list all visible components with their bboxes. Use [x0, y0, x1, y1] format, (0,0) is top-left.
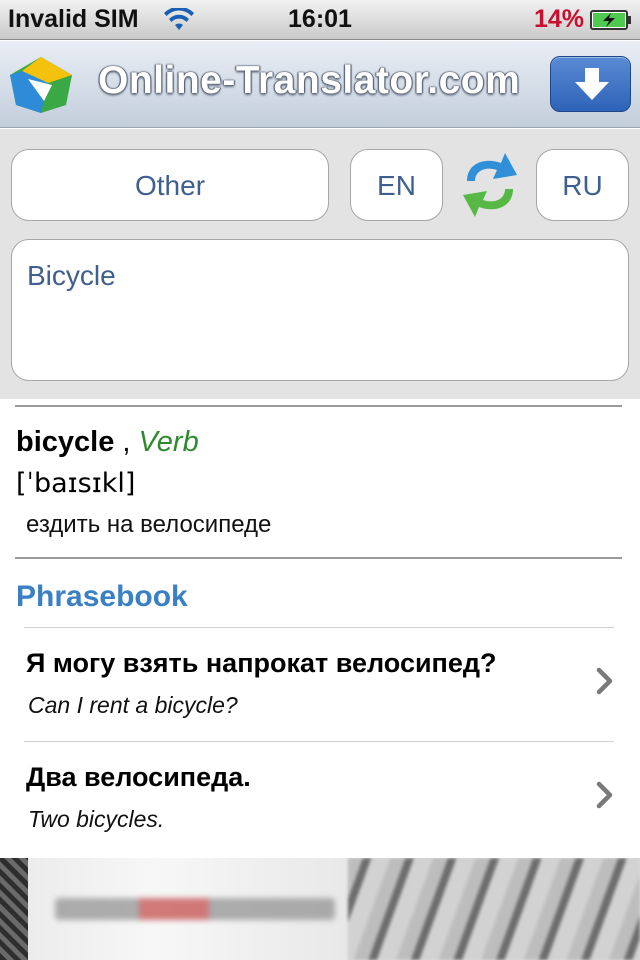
download-arrow-icon [575, 68, 609, 100]
battery-percent: 14% [533, 5, 584, 33]
ad-image-left [0, 858, 28, 960]
headword: bicycle [16, 426, 115, 458]
chevron-right-icon [596, 667, 613, 695]
translator-logo-icon [10, 57, 72, 113]
target-language-button[interactable]: RU [536, 149, 629, 221]
topic-selector[interactable]: Other [11, 149, 329, 221]
phrasebook-item[interactable]: Два велосипеда. Two bicycles. [0, 742, 640, 854]
app-title: Online-Translator.com [98, 59, 521, 102]
divider [15, 557, 622, 559]
chevron-right-icon [596, 781, 613, 809]
translate-controls: Other EN RU Bicycle [0, 129, 640, 399]
transcription: [ˈbaɪsɪkl] [16, 468, 136, 499]
swap-arrows-icon[interactable] [455, 147, 525, 223]
source-language-button[interactable]: EN [350, 149, 443, 221]
ad-blurred-text [55, 898, 335, 920]
phrase-russian: Два велосипеда. [26, 762, 251, 792]
battery-charging-icon [590, 10, 631, 30]
source-text-input[interactable]: Bicycle [11, 239, 629, 381]
result-headword-line: bicycle , Verb [16, 426, 199, 459]
divider [15, 405, 622, 407]
app-header: Online-Translator.com [0, 41, 640, 128]
phrase-english: Can I rent a bicycle? [28, 692, 238, 718]
ad-image-right [348, 858, 640, 960]
translation-text: ездить на велосипеде [26, 511, 272, 538]
phrase-russian: Я могу взять напрокат велосипед? [26, 648, 497, 678]
status-bar: Invalid SIM 16:01 14% [0, 0, 640, 40]
phrasebook-heading: Phrasebook [16, 580, 188, 613]
ad-banner[interactable] [0, 858, 640, 960]
phrase-english: Two bicycles. [28, 806, 165, 832]
phrasebook-item[interactable]: Я могу взять напрокат велосипед? Can I r… [0, 628, 640, 740]
headword-separator: , [122, 426, 131, 458]
download-button[interactable] [550, 56, 631, 112]
part-of-speech: Verb [138, 426, 199, 458]
